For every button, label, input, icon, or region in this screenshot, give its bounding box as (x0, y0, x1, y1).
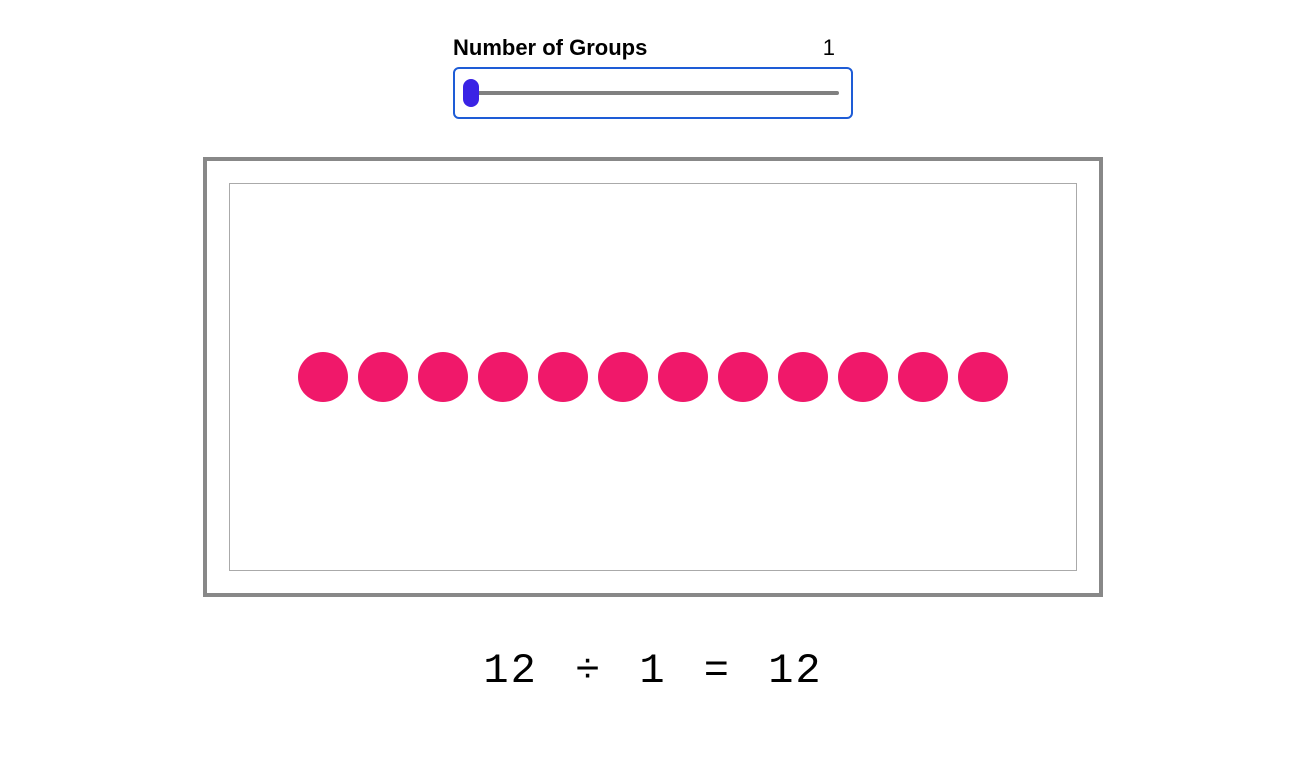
dot (958, 352, 1008, 402)
dot (658, 352, 708, 402)
dot (538, 352, 588, 402)
slider-header: Number of Groups 1 (453, 35, 853, 61)
dot (838, 352, 888, 402)
slider-value: 1 (823, 35, 853, 61)
dot (418, 352, 468, 402)
slider-label: Number of Groups (453, 35, 647, 61)
visualization-panel (203, 157, 1103, 597)
dot (358, 352, 408, 402)
slider-section: Number of Groups 1 (453, 35, 853, 119)
dot (298, 352, 348, 402)
groups-slider[interactable] (453, 67, 853, 119)
dot (778, 352, 828, 402)
group-box (229, 183, 1077, 571)
dot (478, 352, 528, 402)
dot (598, 352, 648, 402)
dot (718, 352, 768, 402)
equation: 12 ÷ 1 = 12 (483, 647, 822, 695)
slider-track (467, 91, 839, 95)
dot (898, 352, 948, 402)
slider-thumb[interactable] (463, 79, 479, 107)
